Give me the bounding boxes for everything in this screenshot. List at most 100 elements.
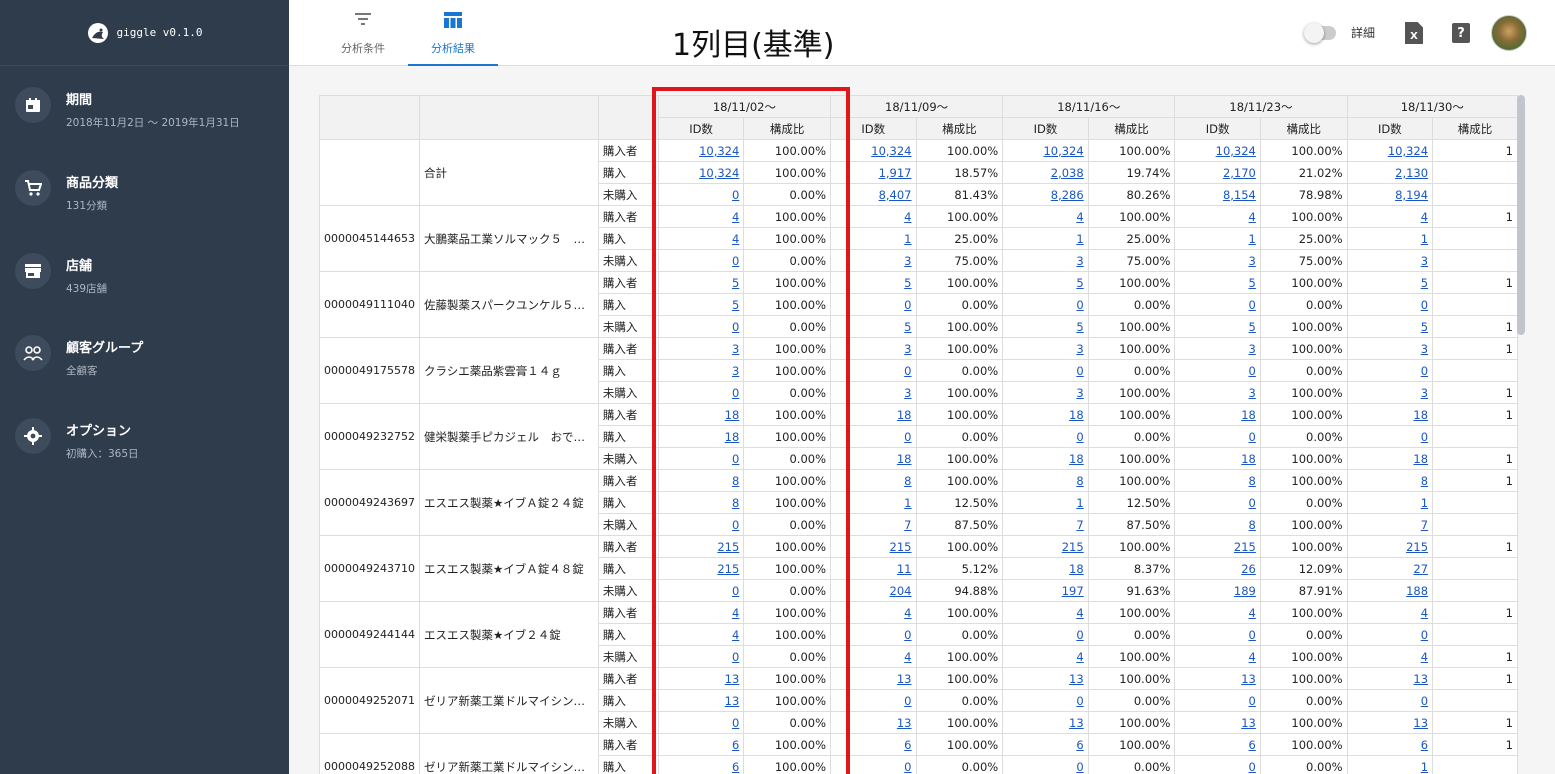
id-count-link[interactable]: 6	[1249, 738, 1256, 752]
id-count-link[interactable]: 8	[1076, 474, 1083, 488]
id-count-link[interactable]: 1	[1421, 232, 1428, 246]
detail-toggle[interactable]	[1304, 23, 1336, 43]
sidebar-item-product-category[interactable]: 商品分類 131分類	[0, 170, 289, 240]
id-count-link[interactable]: 8	[904, 474, 911, 488]
id-count-link[interactable]: 18	[897, 408, 912, 422]
id-count-link[interactable]: 4	[732, 232, 739, 246]
id-count-link[interactable]: 3	[1421, 342, 1428, 356]
id-count-link[interactable]: 1,917	[879, 166, 912, 180]
id-count-link[interactable]: 188	[1406, 584, 1428, 598]
id-count-link[interactable]: 13	[897, 716, 912, 730]
help-icon[interactable]: ?	[1452, 23, 1470, 43]
id-count-link[interactable]: 2,170	[1223, 166, 1256, 180]
id-count-link[interactable]: 18	[1069, 452, 1084, 466]
id-count-link[interactable]: 13	[1241, 672, 1256, 686]
id-count-link[interactable]: 10,324	[1216, 144, 1256, 158]
id-count-link[interactable]: 0	[904, 364, 911, 378]
id-count-link[interactable]: 5	[1421, 320, 1428, 334]
id-count-link[interactable]: 0	[1249, 298, 1256, 312]
tab-analysis-results[interactable]: 分析結果	[408, 0, 498, 66]
id-count-link[interactable]: 5	[904, 276, 911, 290]
id-count-link[interactable]: 4	[1076, 210, 1083, 224]
id-count-link[interactable]: 6	[732, 760, 739, 774]
id-count-link[interactable]: 3	[1249, 342, 1256, 356]
id-count-link[interactable]: 10,324	[699, 166, 739, 180]
id-count-link[interactable]: 1	[904, 232, 911, 246]
id-count-link[interactable]: 3	[1421, 254, 1428, 268]
id-count-link[interactable]: 6	[1421, 738, 1428, 752]
id-count-link[interactable]: 0	[1421, 694, 1428, 708]
id-count-link[interactable]: 4	[1249, 210, 1256, 224]
id-count-link[interactable]: 215	[890, 540, 912, 554]
id-count-link[interactable]: 8	[732, 496, 739, 510]
id-count-link[interactable]: 4	[732, 210, 739, 224]
id-count-link[interactable]: 10,324	[1043, 144, 1083, 158]
results-table-container[interactable]: 18/11/02～ 18/11/09～ 18/11/16～ 18/11/23～ 18/1…	[319, 95, 1518, 774]
id-count-link[interactable]: 1	[1421, 760, 1428, 774]
excel-export-icon[interactable]: X	[1405, 22, 1423, 44]
id-count-link[interactable]: 0	[1249, 760, 1256, 774]
id-count-link[interactable]: 0	[904, 298, 911, 312]
id-count-link[interactable]: 3	[1249, 254, 1256, 268]
id-count-link[interactable]: 2,130	[1395, 166, 1428, 180]
id-count-link[interactable]: 27	[1413, 562, 1428, 576]
id-count-link[interactable]: 0	[1076, 430, 1083, 444]
id-count-link[interactable]: 197	[1062, 584, 1084, 598]
id-count-link[interactable]: 0	[1421, 430, 1428, 444]
sidebar-item-customer-group[interactable]: 顧客グループ 全顧客	[0, 335, 289, 405]
id-count-link[interactable]: 10,324	[871, 144, 911, 158]
id-count-link[interactable]: 3	[1076, 342, 1083, 356]
id-count-link[interactable]: 4	[1076, 606, 1083, 620]
id-count-link[interactable]: 13	[1413, 716, 1428, 730]
id-count-link[interactable]: 8,286	[1051, 188, 1084, 202]
id-count-link[interactable]: 0	[904, 430, 911, 444]
id-count-link[interactable]: 8	[1421, 474, 1428, 488]
id-count-link[interactable]: 0	[732, 452, 739, 466]
id-count-link[interactable]: 0	[732, 254, 739, 268]
id-count-link[interactable]: 0	[1076, 694, 1083, 708]
id-count-link[interactable]: 0	[1249, 628, 1256, 642]
id-count-link[interactable]: 7	[1076, 518, 1083, 532]
id-count-link[interactable]: 18	[1413, 452, 1428, 466]
id-count-link[interactable]: 13	[1069, 716, 1084, 730]
id-count-link[interactable]: 6	[904, 738, 911, 752]
id-count-link[interactable]: 7	[1421, 518, 1428, 532]
id-count-link[interactable]: 0	[1076, 364, 1083, 378]
id-count-link[interactable]: 10,324	[1388, 144, 1428, 158]
id-count-link[interactable]: 4	[904, 650, 911, 664]
id-count-link[interactable]: 8,407	[879, 188, 912, 202]
id-count-link[interactable]: 18	[1413, 408, 1428, 422]
sidebar-item-store[interactable]: 店舗 439店舗	[0, 253, 289, 323]
id-count-link[interactable]: 0	[1249, 496, 1256, 510]
id-count-link[interactable]: 3	[732, 342, 739, 356]
id-count-link[interactable]: 0	[1421, 298, 1428, 312]
id-count-link[interactable]: 0	[1076, 298, 1083, 312]
id-count-link[interactable]: 204	[890, 584, 912, 598]
tab-analysis-conditions[interactable]: 分析条件	[318, 0, 408, 66]
id-count-link[interactable]: 18	[1241, 452, 1256, 466]
id-count-link[interactable]: 0	[1421, 628, 1428, 642]
id-count-link[interactable]: 7	[904, 518, 911, 532]
id-count-link[interactable]: 1	[1076, 232, 1083, 246]
id-count-link[interactable]: 5	[1249, 276, 1256, 290]
id-count-link[interactable]: 0	[732, 386, 739, 400]
id-count-link[interactable]: 5	[904, 320, 911, 334]
id-count-link[interactable]: 13	[897, 672, 912, 686]
id-count-link[interactable]: 2,038	[1051, 166, 1084, 180]
id-count-link[interactable]: 3	[1076, 254, 1083, 268]
app-logo[interactable]: giggle v0.1.0	[0, 0, 289, 66]
id-count-link[interactable]: 0	[904, 628, 911, 642]
id-count-link[interactable]: 5	[1076, 276, 1083, 290]
id-count-link[interactable]: 4	[904, 210, 911, 224]
id-count-link[interactable]: 18	[725, 430, 740, 444]
id-count-link[interactable]: 4	[1421, 210, 1428, 224]
avatar[interactable]	[1491, 15, 1527, 51]
id-count-link[interactable]: 13	[1241, 716, 1256, 730]
id-count-link[interactable]: 0	[1249, 694, 1256, 708]
id-count-link[interactable]: 3	[1076, 386, 1083, 400]
id-count-link[interactable]: 215	[1062, 540, 1084, 554]
id-count-link[interactable]: 6	[1076, 738, 1083, 752]
id-count-link[interactable]: 18	[897, 452, 912, 466]
id-count-link[interactable]: 8,194	[1395, 188, 1428, 202]
id-count-link[interactable]: 0	[732, 650, 739, 664]
